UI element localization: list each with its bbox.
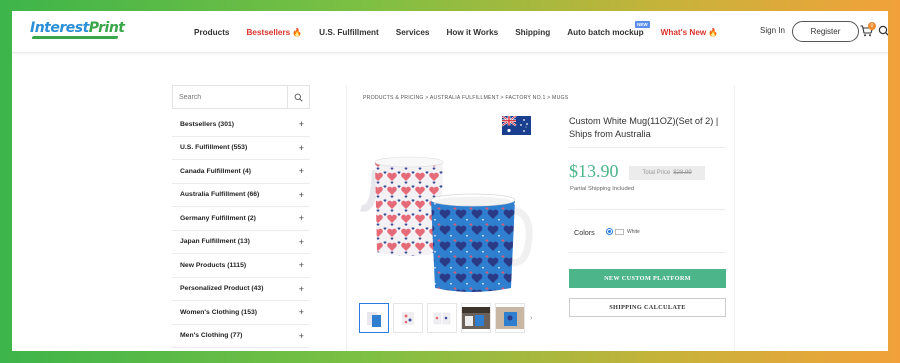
colors-label: Colors bbox=[574, 228, 595, 237]
logo-text-interest: Interest bbox=[30, 20, 89, 36]
color-option-white[interactable]: White bbox=[606, 228, 640, 235]
plus-icon[interactable]: + bbox=[299, 190, 304, 200]
radio-selected-dot bbox=[608, 230, 611, 233]
sidebar-category-item[interactable]: Women's Clothing (153) + bbox=[172, 301, 310, 325]
sidebar-category-label: Germany Fulfillment (2) bbox=[180, 214, 256, 222]
sidebar-category-label: Women's Clothing (153) bbox=[180, 308, 258, 316]
product-image-mugs[interactable] bbox=[357, 142, 537, 292]
register-button[interactable]: Register bbox=[792, 21, 859, 42]
sidebar-category-label: New Products (1115) bbox=[180, 261, 247, 269]
sidebar-category-label: Australia Fulfillment (66) bbox=[180, 191, 260, 199]
sidebar-category-item[interactable]: New Products (1115) + bbox=[172, 254, 310, 278]
search-icon bbox=[294, 93, 303, 102]
sidebar-category-label: Japan Fulfillment (13) bbox=[180, 238, 250, 246]
nav-item-how-it-works[interactable]: How it Works bbox=[446, 28, 498, 37]
sidebar-category-item[interactable]: Men's Clothing (77) + bbox=[172, 325, 310, 348]
plus-icon[interactable]: + bbox=[299, 213, 304, 223]
new-custom-platform-button[interactable]: NEW CUSTOM PLATFORM bbox=[569, 269, 726, 288]
sidebar-category-item[interactable]: Canada Fulfillment (4) + bbox=[172, 160, 310, 184]
color-radio[interactable] bbox=[606, 228, 613, 235]
sidebar-category-item[interactable]: Japan Fulfillment (13) + bbox=[172, 231, 310, 254]
sidebar-category-label: Men's Clothing (77) bbox=[180, 332, 243, 340]
plus-icon[interactable]: + bbox=[299, 307, 304, 317]
nav-item-us-fulfillment[interactable]: U.S. Fulfillment bbox=[319, 28, 379, 37]
plus-icon[interactable]: + bbox=[299, 166, 304, 176]
fire-icon: 🔥 bbox=[292, 27, 303, 37]
site-logo[interactable]: InterestPrint bbox=[30, 20, 125, 42]
thumbnail-next-arrow[interactable]: › bbox=[530, 315, 532, 322]
cart-count-badge: 0 bbox=[868, 22, 876, 30]
plus-icon[interactable]: + bbox=[299, 260, 304, 270]
divider bbox=[569, 252, 726, 253]
thumbnail-strip: › bbox=[359, 303, 532, 333]
nav-item-whats-new[interactable]: What's New 🔥 bbox=[661, 28, 719, 37]
sidebar-category-label: Canada Fulfillment (4) bbox=[180, 167, 251, 175]
thumbnail-5[interactable] bbox=[495, 303, 525, 333]
sidebar-category-item[interactable]: Bestsellers (301) + bbox=[172, 113, 310, 137]
nav-item-auto-batch-mockup[interactable]: Auto batch mockup NEW bbox=[567, 20, 650, 37]
nav-item-shipping[interactable]: Shipping bbox=[515, 28, 550, 37]
sidebar-search bbox=[172, 85, 310, 109]
category-sidebar: Bestsellers (301)+U.S. Fulfillment (553)… bbox=[172, 85, 310, 348]
main-nav: Products Bestsellers 🔥 U.S. Fulfillment S… bbox=[194, 11, 735, 53]
total-price-badge: Total Price $28.99 bbox=[629, 166, 705, 180]
plus-icon[interactable]: + bbox=[299, 237, 304, 247]
shipping-calculate-button[interactable]: SHIPPING CALCULATE bbox=[569, 298, 726, 317]
breadcrumb[interactable]: PRODUCTS & PRICING > AUSTRALIA FULFILLME… bbox=[363, 95, 568, 101]
logo-text-print: Print bbox=[88, 20, 125, 36]
shipping-note: Partial Shipping Included bbox=[570, 186, 635, 192]
plus-icon[interactable]: + bbox=[299, 119, 304, 129]
product-detail: PRODUCTS & PRICING > AUSTRALIA FULFILLME… bbox=[346, 85, 735, 351]
sidebar-category-item[interactable]: Personalized Product (43) + bbox=[172, 278, 310, 301]
site-header: InterestPrint Products Bestsellers 🔥 U.S.… bbox=[12, 11, 888, 53]
australia-flag-icon bbox=[502, 116, 531, 135]
divider bbox=[569, 147, 726, 148]
logo-swoosh bbox=[31, 36, 119, 39]
thumbnail-3[interactable] bbox=[427, 303, 457, 333]
nav-item-bestsellers[interactable]: Bestsellers 🔥 bbox=[247, 28, 303, 37]
product-title: Custom White Mug(11OZ)(Set of 2) | Ships… bbox=[569, 116, 719, 139]
search-button[interactable] bbox=[287, 86, 309, 108]
plus-icon[interactable]: + bbox=[299, 331, 304, 341]
plus-icon[interactable]: + bbox=[299, 143, 304, 153]
nav-item-products[interactable]: Products bbox=[194, 28, 230, 37]
color-name: White bbox=[627, 228, 640, 235]
sidebar-category-item[interactable]: Australia Fulfillment (66) + bbox=[172, 184, 310, 207]
nav-item-services[interactable]: Services bbox=[396, 28, 430, 37]
category-list: Bestsellers (301) + U.S. Fulfillment (553)… bbox=[172, 113, 310, 348]
total-price-value: $28.99 bbox=[673, 170, 692, 176]
color-swatch bbox=[615, 228, 624, 235]
fire-icon: 🔥 bbox=[708, 27, 719, 37]
divider bbox=[569, 209, 726, 210]
sidebar-category-label: U.S. Fulfillment (553) bbox=[180, 144, 248, 152]
sidebar-category-label: Bestsellers (301) bbox=[180, 120, 235, 128]
sidebar-category-item[interactable]: U.S. Fulfillment (553) + bbox=[172, 137, 310, 160]
total-price-label: Total Price bbox=[642, 170, 671, 176]
plus-icon[interactable]: + bbox=[299, 284, 304, 294]
thumbnail-4[interactable] bbox=[461, 303, 491, 333]
sign-in-link[interactable]: Sign In bbox=[760, 26, 785, 35]
browser-frame: InterestPrint Products Bestsellers 🔥 U.S.… bbox=[12, 11, 888, 351]
sidebar-category-label: Personalized Product (43) bbox=[180, 285, 264, 293]
product-price: $13.90 bbox=[569, 161, 619, 181]
thumbnail-1[interactable] bbox=[359, 303, 389, 333]
search-icon[interactable] bbox=[878, 25, 888, 37]
new-badge: NEW bbox=[635, 20, 650, 28]
search-input[interactable] bbox=[173, 87, 285, 107]
sidebar-category-item[interactable]: Germany Fulfillment (2) + bbox=[172, 207, 310, 231]
thumbnail-2[interactable] bbox=[393, 303, 423, 333]
